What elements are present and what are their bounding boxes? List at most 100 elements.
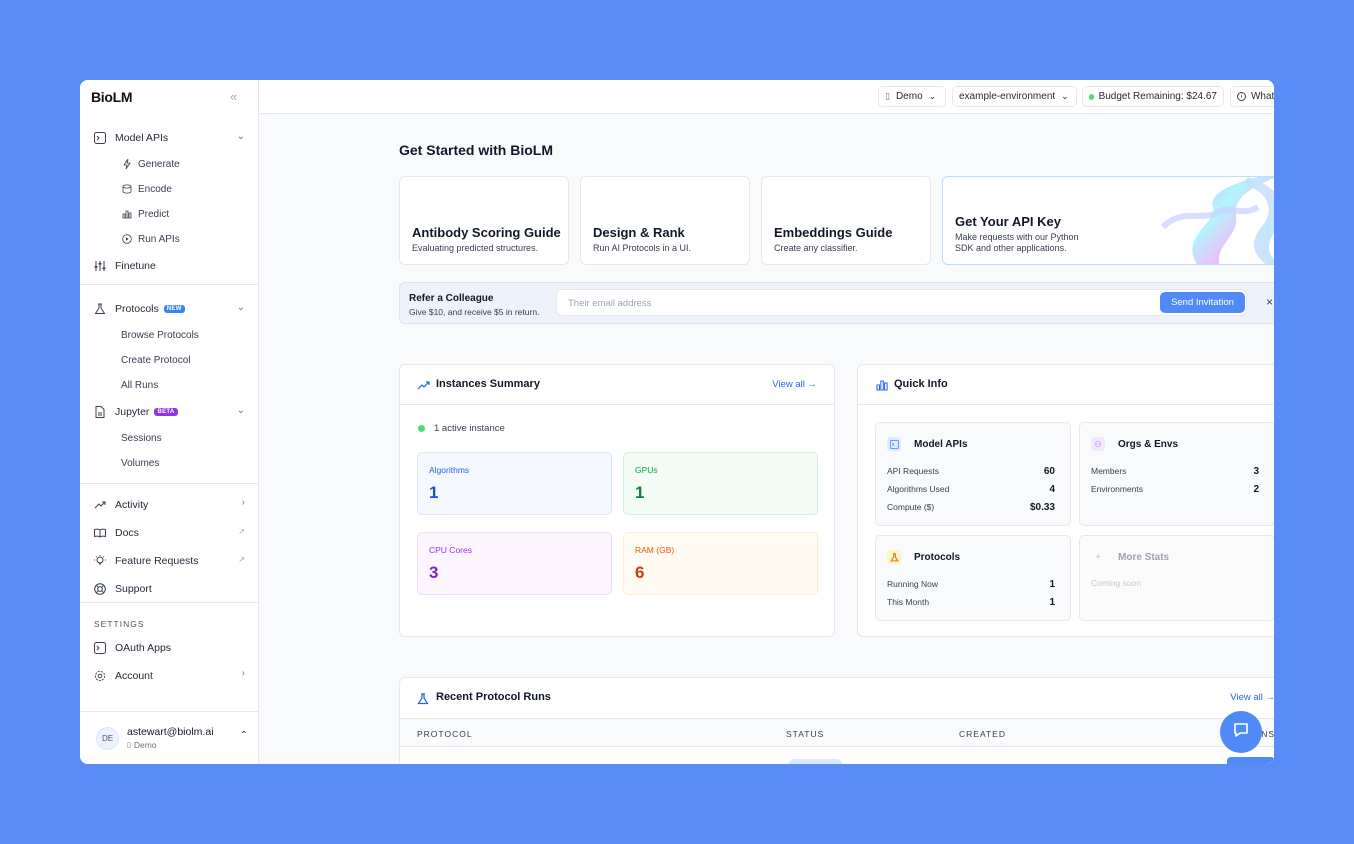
column-header-status[interactable]: STATUS — [786, 729, 824, 739]
sidebar-item-label: Model APIs — [115, 132, 169, 144]
instances-title: Instances Summary — [436, 378, 540, 390]
user-menu[interactable]: DE astewart@biolm.ai ▯ Demo ⌃ — [93, 725, 248, 755]
chat-bubble-icon — [1232, 721, 1250, 744]
sidebar-item-feature-requests[interactable]: Feature Requests ↗ — [93, 551, 245, 571]
sidebar-item-all-runs[interactable]: All Runs — [121, 376, 158, 394]
sliders-icon — [93, 260, 106, 273]
sidebar-item-label: Encode — [138, 183, 172, 195]
sidebar-item-browse-protocols[interactable]: Browse Protocols — [121, 326, 199, 344]
sidebar-item-protocols[interactable]: Protocols NEW ⌄ — [93, 299, 245, 319]
qi-row-label: Members — [1091, 466, 1127, 476]
guide-card-embeddings[interactable]: Embeddings Guide Create any classifier. — [761, 176, 931, 265]
sidebar-item-label: Create Protocol — [121, 354, 191, 366]
sidebar-item-model-apis[interactable]: Model APIs ⌄ — [93, 128, 245, 148]
sidebar-divider — [80, 602, 258, 603]
column-header-protocol[interactable]: PROTOCOL — [417, 729, 473, 739]
lifebuoy-icon — [93, 583, 106, 596]
sidebar-item-label: Docs — [115, 527, 139, 539]
sidebar-divider — [80, 483, 258, 484]
action-button[interactable] — [1227, 757, 1274, 764]
sidebar-item-predict[interactable]: Predict — [121, 205, 169, 223]
sidebar-item-create-protocol[interactable]: Create Protocol — [121, 351, 190, 369]
whats-new-button[interactable]: i What's New — [1230, 86, 1274, 107]
sidebar-item-run-apis[interactable]: Run APIs — [121, 230, 180, 248]
sidebar-item-label: Jupyter — [115, 406, 150, 418]
stat-value: 1 — [635, 483, 645, 502]
page-title: Get Started with BioLM — [399, 142, 553, 158]
sidebar-item-generate[interactable]: Generate — [121, 155, 180, 173]
flask-icon — [417, 692, 429, 710]
guide-card-design-rank[interactable]: Design & Rank Run AI Protocols in a UI. — [580, 176, 750, 265]
qi-more-stats: + More Stats Coming soon — [1079, 535, 1274, 621]
quick-info-card: Quick Info Model APIs API Requests 60 Alg… — [857, 364, 1274, 637]
qi-model-apis: Model APIs API Requests 60 Algorithms Use… — [875, 422, 1071, 526]
qi-row-value: 2 — [1253, 484, 1259, 495]
sidebar-item-encode[interactable]: Encode — [121, 180, 172, 198]
chevron-down-icon: ⌄ — [236, 131, 245, 142]
sidebar-item-label: Predict — [138, 208, 170, 220]
user-org: Demo — [133, 740, 157, 750]
app-logo[interactable]: BioLM — [91, 89, 133, 105]
input-placeholder: Their email address — [568, 298, 652, 309]
book-icon — [93, 527, 106, 540]
sidebar-item-sessions[interactable]: Sessions — [121, 429, 162, 447]
collapse-sidebar-icon[interactable]: « — [230, 89, 237, 104]
qi-row-label: This Month — [887, 597, 930, 607]
stat-value: 1 — [429, 483, 439, 502]
app-window: BioLM « Model APIs ⌄ Generate Encode Pre… — [80, 80, 1274, 764]
referral-email-input[interactable]: Their email address Send Invitation — [556, 289, 1247, 316]
coming-soon-text: Coming soon — [1091, 578, 1142, 588]
sidebar-item-label: OAuth Apps — [115, 642, 172, 654]
sidebar-item-label: Activity — [115, 499, 149, 511]
qi-row-label: Environments — [1091, 484, 1143, 494]
sidebar-item-volumes[interactable]: Volumes — [121, 454, 159, 472]
status-badge — [788, 759, 843, 764]
sidebar-item-label: Account — [115, 670, 153, 682]
sidebar-item-label: Generate — [138, 158, 180, 170]
chat-support-button[interactable] — [1220, 711, 1262, 753]
close-icon[interactable]: × — [1266, 295, 1273, 309]
budget-text: Budget Remaining: $24.67 — [1098, 91, 1217, 102]
org-selector[interactable]: ▯ Demo ⌄ — [878, 86, 946, 107]
send-invitation-button[interactable]: Send Invitation — [1160, 292, 1245, 313]
flask-icon — [93, 303, 106, 316]
api-key-card[interactable]: Get Your API Key Make requests with our … — [942, 176, 1274, 265]
guide-card-antibody[interactable]: Antibody Scoring Guide Evaluating predic… — [399, 176, 569, 265]
active-dot — [418, 425, 425, 432]
column-header-created[interactable]: CREATED — [959, 729, 1006, 739]
stat-gpus: GPUs 1 — [623, 452, 818, 515]
sidebar-item-docs[interactable]: Docs ↗ — [93, 523, 245, 543]
qi-orgs-envs: ⚇ Orgs & Envs Members 3 Environments 2 — [1079, 422, 1274, 526]
view-all-link[interactable]: View all → — [1230, 692, 1274, 703]
qi-row-value: 60 — [1043, 466, 1055, 477]
stat-value: 6 — [635, 563, 645, 582]
budget-indicator[interactable]: Budget Remaining: $24.67 — [1082, 86, 1224, 107]
whats-new-label: What's New — [1250, 91, 1274, 102]
instances-summary-card: Instances Summary View all → 1 active in… — [399, 364, 835, 637]
chevron-down-icon: ⌄ — [1061, 91, 1069, 101]
recent-runs-card: Recent Protocol Runs View all → PROTOCOL… — [399, 677, 1274, 764]
view-all-link[interactable]: View all → — [772, 379, 817, 390]
sidebar-item-activity[interactable]: Activity › — [93, 495, 245, 515]
chevron-right-icon: › — [241, 497, 245, 508]
referral-banner: Refer a Colleague Give $10, and receive … — [399, 282, 1274, 324]
api-key-title: Get Your API Key — [955, 214, 1061, 229]
sidebar-item-finetune[interactable]: Finetune — [93, 256, 245, 276]
sidebar-item-jupyter[interactable]: Jupyter BETA ⌄ — [93, 402, 245, 422]
card-header: Instances Summary View all → — [400, 365, 834, 405]
qi-title: Model APIs — [914, 438, 968, 450]
qi-protocols: Protocols Running Now 1 This Month 1 — [875, 535, 1071, 621]
database-icon — [121, 184, 132, 195]
qi-row-value: 4 — [1049, 484, 1055, 495]
qi-row-label: Running Now — [887, 579, 939, 589]
sidebar-item-support[interactable]: Support — [93, 579, 245, 599]
sidebar-item-label: Feature Requests — [115, 555, 199, 567]
table-header — [400, 718, 1274, 747]
plus-icon: + — [1095, 551, 1101, 563]
sidebar-item-account[interactable]: Account › — [93, 666, 245, 686]
external-link-icon: ↗ — [238, 555, 245, 564]
sidebar-item-oauth-apps[interactable]: OAuth Apps — [93, 638, 245, 658]
stat-value: 3 — [429, 563, 439, 582]
card-header: Quick Info — [858, 365, 1274, 405]
environment-selector[interactable]: example-environment ⌄ — [952, 86, 1077, 107]
